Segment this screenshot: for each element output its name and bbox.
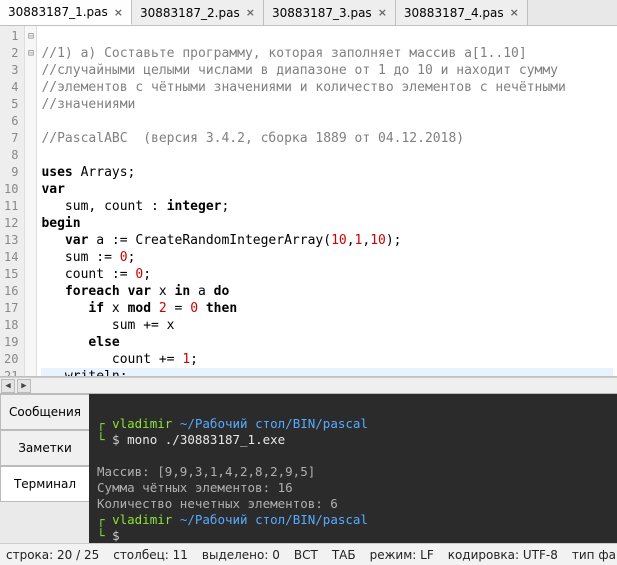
status-column: столбец: 11 xyxy=(113,548,188,562)
fold-toggle-icon[interactable]: ⊟ xyxy=(25,28,36,45)
tab-terminal[interactable]: Терминал xyxy=(0,466,89,502)
status-eol-mode: режим: LF xyxy=(370,548,434,562)
code-area[interactable]: //1) а) Составьте программу, которая зап… xyxy=(37,26,617,376)
horizontal-scrollbar[interactable]: ◀ ▶ xyxy=(0,377,617,393)
code-editor[interactable]: 1234 5678 9101112 13141516 17181920 2122… xyxy=(0,26,617,377)
status-filetype: тип фай xyxy=(572,548,617,562)
file-tab-2[interactable]: 30883187_2.pas × xyxy=(132,0,264,25)
file-tab-1[interactable]: 30883187_1.pas × xyxy=(0,0,132,25)
file-tab-label: 30883187_3.pas xyxy=(272,6,372,20)
bottom-panel: Сообщения Заметки Терминал ┌ vladimir ~/… xyxy=(0,393,617,543)
status-insert-mode: ВСТ xyxy=(294,548,318,562)
status-line: строка: 20 / 25 xyxy=(6,548,99,562)
close-icon[interactable]: × xyxy=(378,6,387,19)
scroll-left-icon[interactable]: ◀ xyxy=(1,379,15,393)
terminal-output[interactable]: ┌ vladimir ~/Рабочий стол/BIN/pascal └ $… xyxy=(89,394,617,543)
fold-column: ⊟ ⊟ xyxy=(25,26,37,376)
close-icon[interactable]: × xyxy=(510,6,519,19)
status-selection: выделено: 0 xyxy=(202,548,280,562)
close-icon[interactable]: × xyxy=(246,6,255,19)
bottom-panel-tabs: Сообщения Заметки Терминал xyxy=(0,394,89,543)
file-tab-4[interactable]: 30883187_4.pas × xyxy=(396,0,528,25)
file-tab-label: 30883187_2.pas xyxy=(140,6,240,20)
file-tab-label: 30883187_1.pas xyxy=(8,5,108,19)
file-tab-bar: 30883187_1.pas × 30883187_2.pas × 308831… xyxy=(0,0,617,26)
scroll-right-icon[interactable]: ▶ xyxy=(17,379,31,393)
status-encoding: кодировка: UTF-8 xyxy=(448,548,558,562)
close-icon[interactable]: × xyxy=(114,6,123,19)
status-tab-mode: ТАБ xyxy=(332,548,356,562)
tab-notes[interactable]: Заметки xyxy=(0,430,89,466)
current-line: writeln; xyxy=(41,368,613,376)
status-bar: строка: 20 / 25 столбец: 11 выделено: 0 … xyxy=(0,543,617,565)
file-tab-label: 30883187_4.pas xyxy=(404,6,504,20)
file-tab-3[interactable]: 30883187_3.pas × xyxy=(264,0,396,25)
fold-toggle-icon[interactable]: ⊟ xyxy=(25,45,36,62)
line-number-gutter: 1234 5678 9101112 13141516 17181920 2122… xyxy=(0,26,25,376)
tab-messages[interactable]: Сообщения xyxy=(0,394,89,430)
